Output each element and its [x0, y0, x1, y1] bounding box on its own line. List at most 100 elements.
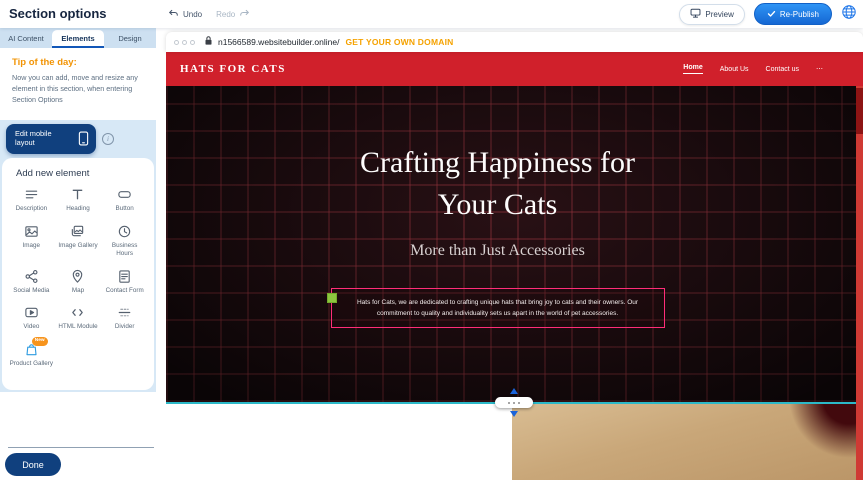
element-html-module[interactable]: HTML Module: [55, 305, 102, 331]
social-media-icon: [24, 269, 39, 284]
element-label: Product Gallery: [10, 360, 53, 368]
undo-icon: [168, 8, 179, 21]
element-label: Divider: [115, 323, 135, 331]
undo-label: Undo: [183, 10, 202, 19]
element-label: Social Media: [13, 287, 49, 295]
next-section-image: [512, 404, 856, 480]
tab-design[interactable]: Design: [104, 28, 156, 48]
tab-elements[interactable]: Elements: [52, 30, 104, 48]
tip-of-the-day: Tip of the day: Now you can add, move an…: [0, 48, 156, 120]
site-header: HATS FOR CATS Home About Us Contact us ⋯: [166, 52, 863, 86]
element-description[interactable]: Description: [8, 187, 55, 213]
edit-mobile-layout-button[interactable]: Edit mobile layout: [6, 124, 96, 154]
monitor-icon: [690, 8, 701, 20]
tip-title: Tip of the day:: [12, 57, 144, 68]
hero-subtitle[interactable]: More than Just Accessories: [410, 242, 585, 260]
element-label: Image: [23, 242, 41, 250]
heading-icon: [70, 187, 85, 202]
app-window: Section options Undo Redo Preview: [0, 0, 863, 480]
contact-form-icon: [117, 269, 132, 284]
video-icon: [24, 305, 39, 320]
preview-browser-bar: n1566589.websitebuilder.online/ GET YOUR…: [166, 32, 863, 52]
window-dots-icon: [174, 40, 195, 45]
hero-paragraph: Hats for Cats, we are dedicated to craft…: [357, 299, 638, 317]
redo-icon: [239, 8, 250, 21]
element-business-hours[interactable]: Business Hours: [101, 224, 148, 258]
tip-body: Now you can add, move and resize any ele…: [12, 73, 144, 105]
divider-icon: [117, 305, 132, 320]
preview-label: Preview: [705, 10, 733, 19]
language-globe-button[interactable]: [841, 4, 857, 25]
republish-button[interactable]: Re-Publish: [754, 3, 832, 25]
nav-contact[interactable]: Contact us: [766, 66, 799, 73]
element-grid: Description Heading Button Image Image G: [8, 187, 148, 368]
page-title: Section options: [9, 0, 107, 28]
globe-icon: [841, 4, 857, 25]
hero-title-line2: Your Cats: [360, 184, 635, 226]
element-label: Button: [116, 205, 134, 213]
site-nav: Home About Us Contact us ⋯: [683, 64, 823, 74]
element-heading[interactable]: Heading: [55, 187, 102, 213]
redo-label: Redo: [216, 10, 235, 19]
element-image[interactable]: Image: [8, 224, 55, 258]
site-preview: HATS FOR CATS Home About Us Contact us ⋯…: [166, 52, 863, 480]
element-contact-form[interactable]: Contact Form: [101, 269, 148, 295]
element-label: Image Gallery: [58, 242, 97, 250]
business-hours-icon: [117, 224, 132, 239]
section-options-panel: AI Content Elements Design Tip of the da…: [0, 28, 156, 480]
element-product-gallery[interactable]: New Product Gallery: [8, 342, 55, 368]
panel-tabbar: AI Content Elements Design: [0, 28, 156, 48]
element-label: HTML Module: [58, 323, 97, 331]
new-badge: New: [32, 337, 48, 346]
element-map[interactable]: Map: [55, 269, 102, 295]
drag-handle[interactable]: [327, 293, 337, 303]
info-icon[interactable]: i: [102, 133, 114, 145]
hero-title[interactable]: Crafting Happiness for Your Cats: [360, 142, 635, 226]
hero-section: Crafting Happiness for Your Cats More th…: [166, 86, 863, 402]
resize-up-arrow[interactable]: [510, 388, 518, 394]
get-domain-link[interactable]: GET YOUR OWN DOMAIN: [345, 37, 453, 47]
element-label: Video: [23, 323, 39, 331]
element-image-gallery[interactable]: Image Gallery: [55, 224, 102, 258]
preview-button[interactable]: Preview: [679, 4, 744, 25]
history-controls: Undo Redo: [168, 0, 250, 28]
topbar-actions: Preview Re-Publish: [679, 0, 857, 28]
undo-button[interactable]: Undo: [168, 8, 202, 21]
resize-down-arrow[interactable]: [510, 411, 518, 417]
element-divider[interactable]: Divider: [101, 305, 148, 331]
site-scrollbar-thumb[interactable]: [856, 88, 863, 134]
html-module-icon: [70, 305, 85, 320]
map-icon: [70, 269, 85, 284]
lock-icon: [204, 33, 213, 51]
element-video[interactable]: Video: [8, 305, 55, 331]
description-icon: [24, 187, 39, 202]
edit-mobile-label: Edit mobile layout: [15, 130, 73, 148]
image-gallery-icon: [70, 224, 85, 239]
element-label: Business Hours: [103, 242, 147, 258]
selected-paragraph-element[interactable]: Hats for Cats, we are dedicated to craft…: [331, 288, 665, 328]
image-icon: [24, 224, 39, 239]
republish-label: Re-Publish: [780, 10, 819, 19]
section-resize-handle[interactable]: [495, 397, 533, 408]
element-label: Contact Form: [106, 287, 144, 295]
button-icon: [117, 187, 132, 202]
element-social-media[interactable]: Social Media: [8, 269, 55, 295]
panel-divider: [8, 447, 154, 448]
element-label: Heading: [66, 205, 89, 213]
nav-home[interactable]: Home: [683, 64, 702, 74]
site-logo[interactable]: HATS FOR CATS: [180, 63, 286, 75]
element-label: Description: [16, 205, 48, 213]
tab-ai-content[interactable]: AI Content: [0, 28, 52, 48]
add-element-title: Add new element: [16, 168, 148, 179]
nav-more-icon[interactable]: ⋯: [816, 65, 823, 73]
hero-title-line1: Crafting Happiness for: [360, 142, 635, 184]
check-icon: [767, 9, 776, 20]
phone-icon: [78, 130, 89, 149]
nav-about[interactable]: About Us: [720, 66, 749, 73]
add-element-card: Add new element Description Heading Butt…: [2, 158, 154, 390]
element-label: Map: [72, 287, 84, 295]
redo-button[interactable]: Redo: [216, 8, 250, 21]
done-button[interactable]: Done: [5, 453, 61, 476]
element-button[interactable]: Button: [101, 187, 148, 213]
site-scrollbar-track[interactable]: [856, 52, 863, 480]
